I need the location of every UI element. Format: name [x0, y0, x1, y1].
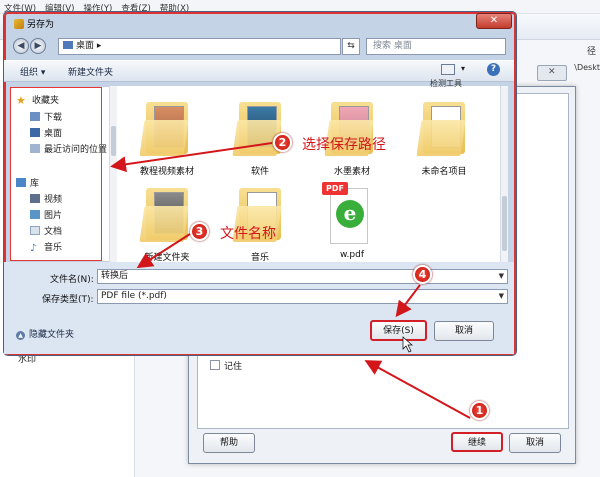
step-badge-2: 2: [273, 133, 292, 152]
annotation-arrows: [110, 142, 471, 419]
annotation-file-name: 文件名称: [220, 226, 276, 242]
step-badge-1: 1: [470, 401, 489, 420]
arrow-step1: [364, 360, 471, 419]
step-badge-3: 3: [190, 222, 209, 241]
arrow-step2: [110, 142, 273, 173]
step-badge-4: 4: [413, 265, 432, 284]
arrow-step3: [136, 233, 191, 269]
arrow-step4: [395, 284, 421, 318]
annotation-save-path: 选择保存路径: [302, 137, 386, 153]
mouse-cursor-icon: [402, 336, 413, 353]
